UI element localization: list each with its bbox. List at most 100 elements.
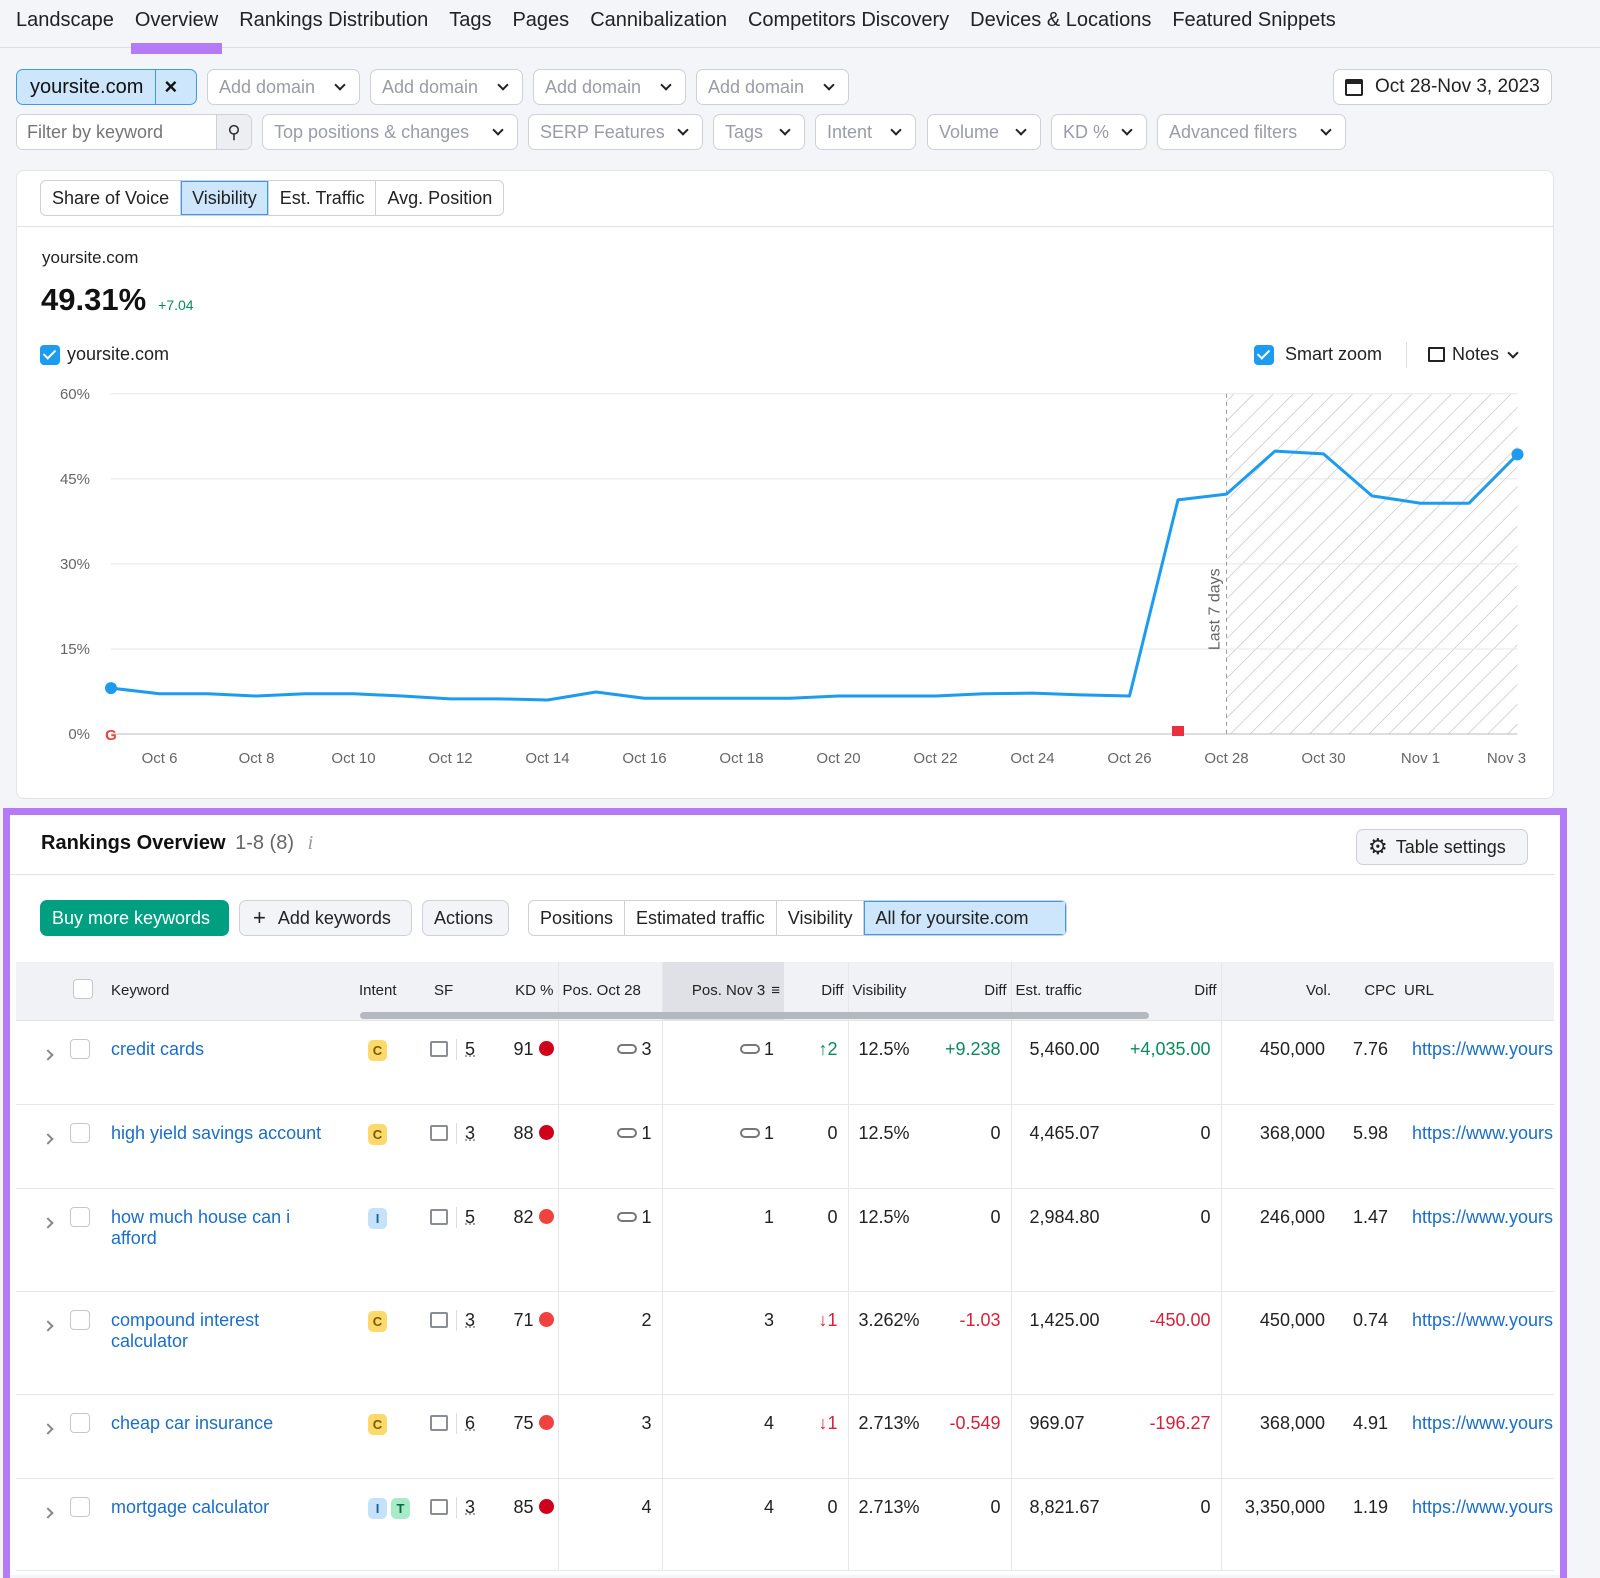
- expand-chevron-icon[interactable]: [42, 1507, 53, 1518]
- search-icon[interactable]: ⚲: [216, 115, 251, 149]
- position-diff: ↓1: [784, 1394, 848, 1478]
- row-checkbox[interactable]: [70, 1497, 90, 1517]
- tab-landscape[interactable]: Landscape: [16, 0, 114, 48]
- chart-tab-visibility[interactable]: Visibility: [181, 181, 269, 215]
- expand-chevron-icon[interactable]: [42, 1423, 53, 1434]
- url-link[interactable]: https://www.yoursite.com: [1400, 1478, 1554, 1570]
- sort-icon[interactable]: ≡: [771, 982, 780, 999]
- column-header-vol-[interactable]: Vol.: [1221, 962, 1335, 1020]
- url-link[interactable]: https://www.yoursite.com: [1400, 1020, 1554, 1104]
- visibility-diff: 0: [930, 1478, 1011, 1570]
- serp-features-count[interactable]: 3: [456, 1310, 475, 1331]
- filter-dropdown-top-positions-changes[interactable]: Top positions & changes: [262, 114, 518, 150]
- keyword-link[interactable]: mortgage calculator: [111, 1497, 269, 1517]
- add-domain-dropdown[interactable]: Add domain: [533, 69, 686, 105]
- expand-chevron-icon[interactable]: [42, 1320, 53, 1331]
- url-link[interactable]: https://www.yoursite.com: [1400, 1104, 1554, 1188]
- google-icon[interactable]: G: [105, 727, 117, 744]
- view-tab-all-for-yoursite-com[interactable]: All for yoursite.com: [864, 901, 1066, 935]
- view-tab-estimated-traffic[interactable]: Estimated traffic: [625, 901, 777, 935]
- note-flag-icon[interactable]: [1172, 726, 1184, 736]
- domain-chip[interactable]: yoursite.com ×: [16, 69, 197, 105]
- kd-cell: 75: [490, 1394, 558, 1478]
- table-settings-button[interactable]: ⚙ Table settings: [1356, 829, 1528, 865]
- row-checkbox[interactable]: [70, 1207, 90, 1227]
- smart-zoom-toggle[interactable]: Smart zoom: [1254, 344, 1382, 365]
- traffic-diff: 0: [1115, 1104, 1221, 1188]
- select-all-checkbox[interactable]: [73, 979, 93, 999]
- expand-chevron-icon[interactable]: [42, 1133, 53, 1144]
- column-header-label: URL: [1404, 982, 1434, 999]
- actions-button[interactable]: Actions: [422, 900, 509, 936]
- tab-overview[interactable]: Overview: [135, 0, 218, 48]
- filter-dropdown-volume[interactable]: Volume: [927, 114, 1041, 150]
- info-icon[interactable]: i: [308, 832, 314, 854]
- keyword-filter[interactable]: ⚲: [16, 114, 252, 150]
- expand-chevron-icon[interactable]: [42, 1217, 53, 1228]
- add-domain-dropdown[interactable]: Add domain: [696, 69, 849, 105]
- serp-features-count[interactable]: 3: [456, 1123, 475, 1144]
- keyword-filter-input[interactable]: [17, 115, 216, 149]
- row-checkbox[interactable]: [70, 1123, 90, 1143]
- series-legend-toggle[interactable]: yoursite.com: [40, 344, 169, 365]
- view-tab-positions[interactable]: Positions: [529, 901, 625, 935]
- serp-features-count[interactable]: 5: [456, 1039, 475, 1060]
- horizontal-scrollbar[interactable]: [360, 1012, 1149, 1019]
- filter-dropdown-intent[interactable]: Intent: [815, 114, 916, 150]
- add-domain-dropdown[interactable]: Add domain: [207, 69, 360, 105]
- serp-features-count[interactable]: 6: [456, 1413, 475, 1434]
- tab-devices-locations[interactable]: Devices & Locations: [970, 0, 1151, 48]
- keyword-link[interactable]: cheap car insurance: [111, 1413, 273, 1433]
- url-link[interactable]: https://www.yoursite.com: [1400, 1291, 1554, 1394]
- buy-more-keywords-button[interactable]: Buy more keywords: [40, 900, 229, 936]
- divider: [10, 874, 1555, 875]
- keyword-link[interactable]: high yield savings account: [111, 1123, 321, 1143]
- filter-dropdown-kd-[interactable]: KD %: [1051, 114, 1147, 150]
- notes-dropdown[interactable]: Notes: [1428, 344, 1521, 365]
- row-checkbox[interactable]: [70, 1310, 90, 1330]
- add-keywords-button[interactable]: + Add keywords: [239, 900, 412, 936]
- keyword-link[interactable]: how much house can i afford: [111, 1207, 290, 1248]
- column-header-cpc[interactable]: CPC: [1335, 962, 1400, 1020]
- view-tab-visibility[interactable]: Visibility: [777, 901, 865, 935]
- tab-pages[interactable]: Pages: [512, 0, 569, 48]
- tab-competitors-discovery[interactable]: Competitors Discovery: [748, 0, 949, 48]
- kd-cell: 88: [490, 1104, 558, 1188]
- url-link[interactable]: https://www.yoursite.com: [1400, 1394, 1554, 1478]
- keyword-link[interactable]: credit cards: [111, 1039, 204, 1059]
- filter-dropdown-advanced-filters[interactable]: Advanced filters: [1157, 114, 1346, 150]
- checkbox-checked-icon[interactable]: [40, 345, 60, 365]
- intent-badge: T: [391, 1498, 410, 1519]
- traffic-value: 1,425.00: [1011, 1291, 1115, 1394]
- column-header-url[interactable]: URL: [1400, 962, 1554, 1020]
- filter-dropdown-serp-features[interactable]: SERP Features: [528, 114, 703, 150]
- expand-chevron-icon[interactable]: [42, 1049, 53, 1060]
- serp-features-count[interactable]: 5: [456, 1207, 475, 1228]
- url-link[interactable]: https://www.yoursite.com: [1400, 1188, 1554, 1291]
- serp-features-icon: [430, 1415, 448, 1431]
- filter-label: Intent: [827, 122, 872, 143]
- keyword-link[interactable]: compound interest calculator: [111, 1310, 259, 1351]
- chart-tab-share-of-voice[interactable]: Share of Voice: [41, 181, 181, 215]
- top-nav: Landscape Overview Rankings Distribution Ta…: [0, 0, 1600, 48]
- kd-dot: [539, 1209, 554, 1224]
- position-value: 3: [764, 1310, 774, 1330]
- tab-cannibalization[interactable]: Cannibalization: [590, 0, 727, 48]
- close-icon[interactable]: ×: [156, 74, 177, 100]
- data-point[interactable]: [105, 682, 117, 694]
- tab-rankings-distribution[interactable]: Rankings Distribution: [239, 0, 428, 48]
- filter-dropdown-tags[interactable]: Tags: [713, 114, 805, 150]
- checkbox-checked-icon[interactable]: [1254, 345, 1274, 365]
- tab-tags[interactable]: Tags: [449, 0, 491, 48]
- column-header-keyword[interactable]: Keyword: [101, 962, 355, 1020]
- row-checkbox[interactable]: [70, 1039, 90, 1059]
- position-nov3-cell: 3: [662, 1291, 784, 1394]
- data-point[interactable]: [1512, 448, 1524, 460]
- chart-tab-est-traffic[interactable]: Est. Traffic: [269, 181, 377, 215]
- row-checkbox[interactable]: [70, 1413, 90, 1433]
- add-domain-dropdown[interactable]: Add domain: [370, 69, 523, 105]
- date-range-picker[interactable]: Oct 28-Nov 3, 2023: [1333, 69, 1552, 105]
- tab-featured-snippets[interactable]: Featured Snippets: [1172, 0, 1335, 48]
- chart-tab-avg-position[interactable]: Avg. Position: [376, 181, 503, 215]
- serp-features-count[interactable]: 3: [456, 1497, 475, 1518]
